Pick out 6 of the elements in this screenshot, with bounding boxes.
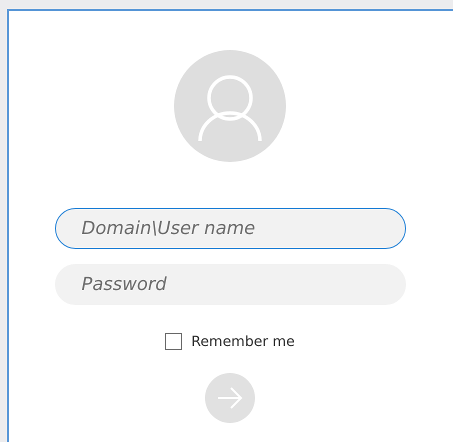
password-field[interactable]: Password xyxy=(54,264,406,305)
arrow-right-icon xyxy=(217,387,243,409)
user-avatar-icon xyxy=(174,50,286,162)
remember-label: Remember me xyxy=(191,334,295,350)
username-field[interactable]: Domain\User name xyxy=(54,208,406,249)
remember-checkbox[interactable] xyxy=(165,333,182,350)
